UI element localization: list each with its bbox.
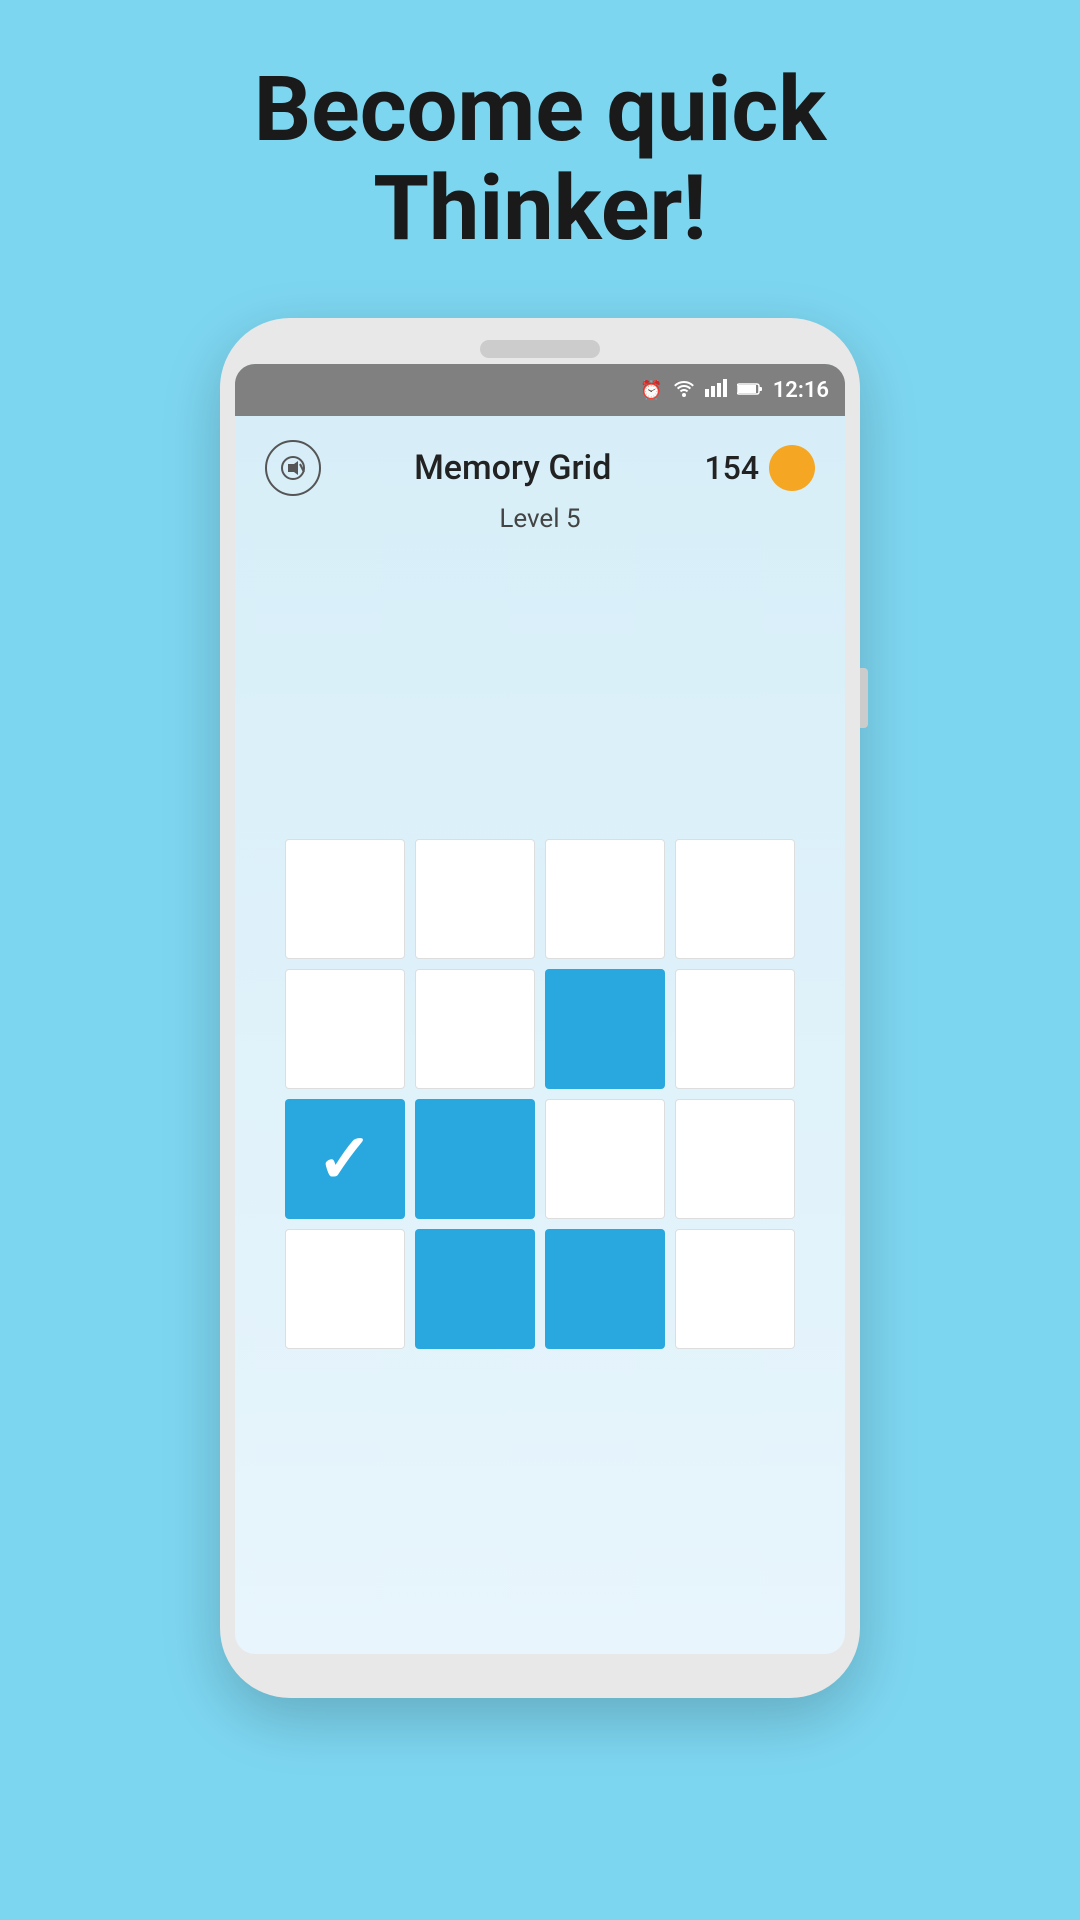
grid-cell-5[interactable]	[415, 969, 535, 1089]
headline-line2: Thinker!	[373, 156, 707, 261]
headline-line1: Become quick	[254, 57, 827, 162]
phone-speaker	[480, 340, 600, 358]
grid-cell-11[interactable]	[675, 1099, 795, 1219]
grid-cell-4[interactable]	[285, 969, 405, 1089]
wifi-icon	[673, 379, 695, 402]
grid-cell-15[interactable]	[675, 1229, 795, 1349]
coin-count: 154	[704, 449, 759, 487]
headline: Become quick Thinker!	[194, 60, 887, 258]
grid-cell-8[interactable]: ✓	[285, 1099, 405, 1219]
status-bar: ⏰	[235, 364, 845, 416]
grid-cell-9[interactable]	[415, 1099, 535, 1219]
coin-icon	[769, 445, 815, 491]
app-header: Memory Grid 154	[235, 416, 845, 500]
alarm-icon: ⏰	[640, 380, 662, 401]
grid-cell-1[interactable]	[415, 839, 535, 959]
signal-icon	[705, 379, 727, 402]
coins-area: 154	[704, 445, 815, 491]
grid-cell-14[interactable]	[545, 1229, 665, 1349]
grid-area: ✓	[235, 534, 845, 1654]
grid-cell-2[interactable]	[545, 839, 665, 959]
grid-cell-3[interactable]	[675, 839, 795, 959]
battery-icon	[737, 380, 763, 401]
grid-cell-7[interactable]	[675, 969, 795, 1089]
grid-cell-13[interactable]	[415, 1229, 535, 1349]
app-title: Memory Grid	[414, 448, 611, 488]
phone-frame: ⏰	[220, 318, 860, 1698]
grid-cell-12[interactable]	[285, 1229, 405, 1349]
memory-grid: ✓	[285, 839, 795, 1349]
checkmark-icon: ✓	[317, 1125, 374, 1193]
grid-cell-6[interactable]	[545, 969, 665, 1089]
grid-cell-0[interactable]	[285, 839, 405, 959]
status-time: 12:16	[773, 378, 829, 403]
sound-icon	[278, 453, 308, 483]
sound-button[interactable]	[265, 440, 321, 496]
grid-cell-10[interactable]	[545, 1099, 665, 1219]
phone-screen: ⏰	[235, 364, 845, 1654]
level-label: Level 5	[235, 504, 845, 534]
phone-side-button	[860, 668, 868, 728]
